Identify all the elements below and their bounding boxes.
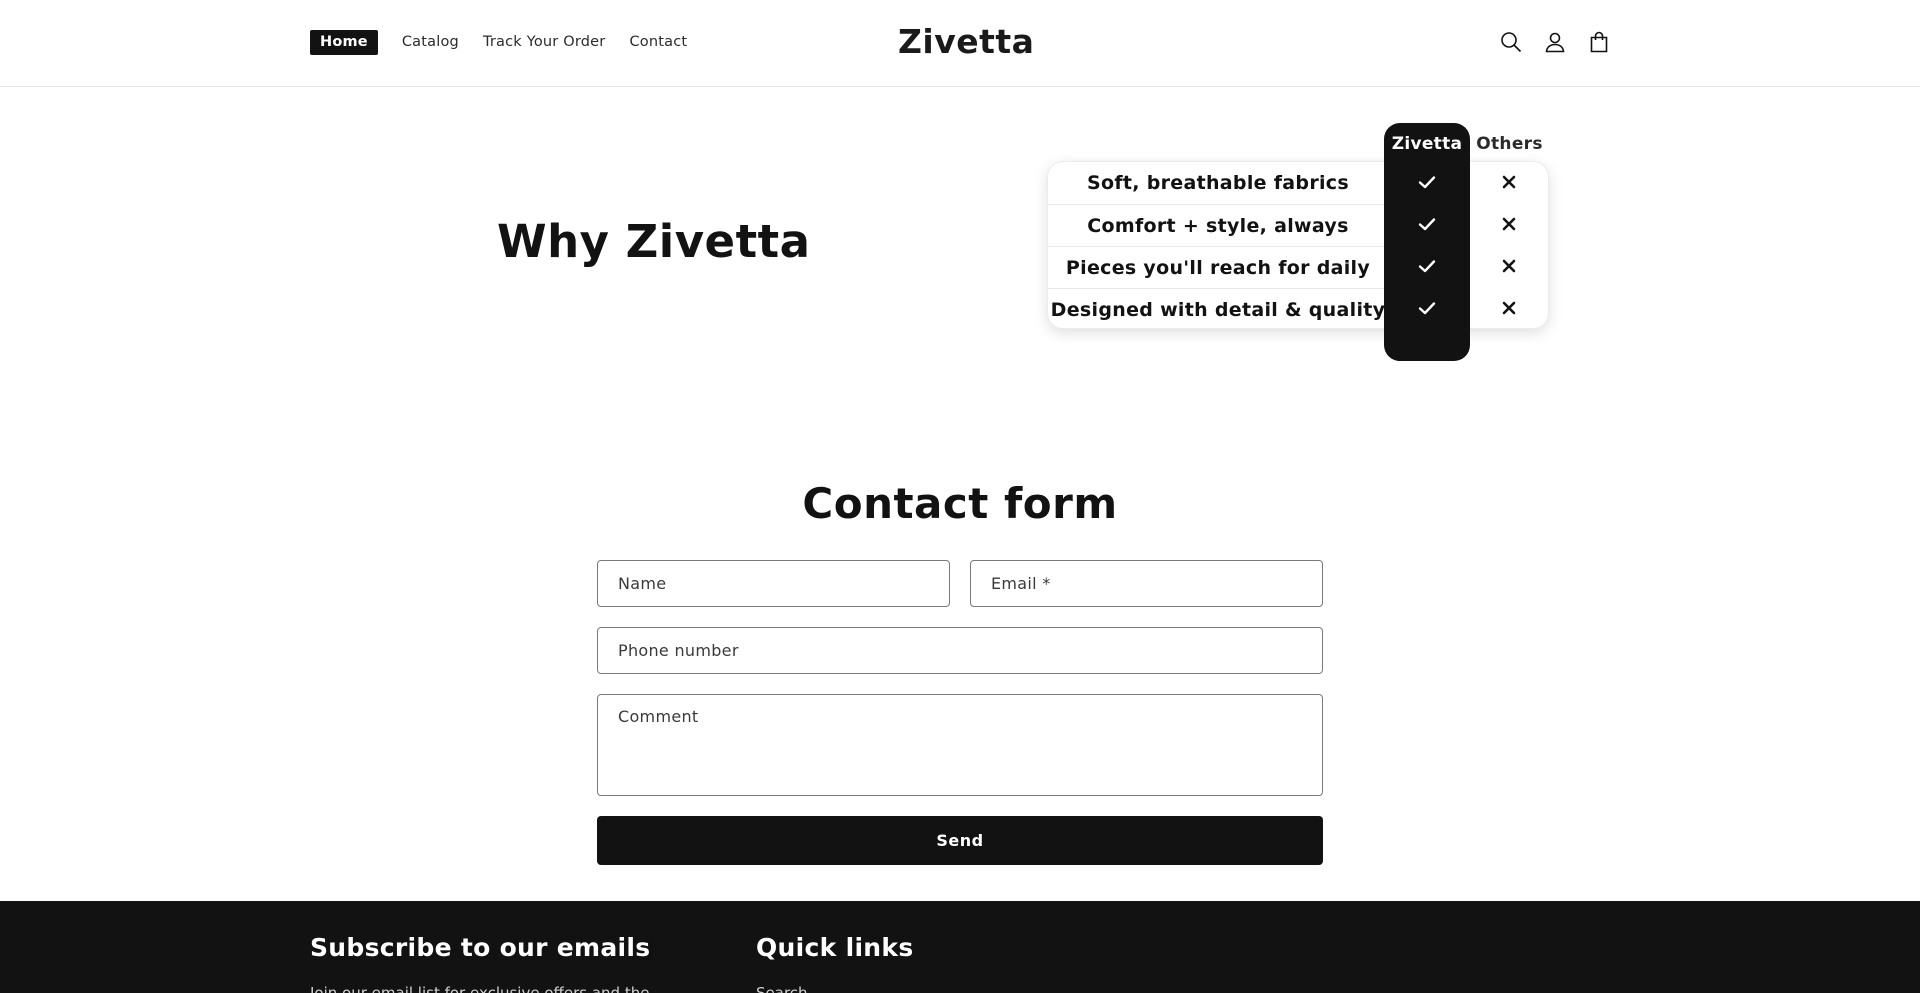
nav-link-catalog[interactable]: Catalog: [402, 30, 459, 55]
check-icon: [1415, 170, 1439, 194]
comparison-row-label: Comfort + style, always: [1048, 204, 1388, 246]
site-logo[interactable]: Zivetta: [898, 20, 1034, 64]
phone-input[interactable]: [597, 627, 1323, 674]
site-header: Home Catalog Track Your Order Contact Zi…: [0, 0, 1920, 87]
name-input[interactable]: [597, 560, 950, 607]
cross-icon: [1497, 296, 1521, 320]
quick-link-search[interactable]: Search: [756, 982, 808, 993]
brand-column-header: Zivetta: [1391, 134, 1463, 154]
contact-form-title: Contact form: [802, 479, 1118, 528]
comparison-row-label: Designed with detail & quality: [1048, 288, 1388, 330]
comment-textarea[interactable]: [597, 694, 1323, 796]
check-icon: [1415, 212, 1439, 236]
nav-link-track-order[interactable]: Track Your Order: [483, 30, 606, 55]
search-icon[interactable]: [1498, 29, 1524, 55]
cross-icon: [1497, 212, 1521, 236]
nav-link-home[interactable]: Home: [310, 30, 378, 55]
site-footer: Subscribe to our emails Join our email l…: [0, 901, 1920, 993]
comparison-card: Soft, breathable fabrics Comfort + style…: [1047, 161, 1549, 329]
header-icons: [1498, 29, 1630, 55]
why-title: Why Zivetta: [497, 215, 811, 268]
subscribe-text: Join our email list for exclusive offers…: [310, 984, 650, 993]
cross-icon: [1497, 254, 1521, 278]
brand-column-highlight: [1384, 123, 1470, 361]
check-icon: [1415, 296, 1439, 320]
others-column-header: Others: [1476, 134, 1543, 154]
comparison-row-label: Pieces you'll reach for daily: [1048, 246, 1388, 288]
comparison-row-label: Soft, breathable fabrics: [1087, 172, 1349, 194]
main-nav: Home Catalog Track Your Order Contact: [310, 30, 711, 55]
cross-icon: [1497, 170, 1521, 194]
check-icon: [1415, 254, 1439, 278]
cart-icon[interactable]: [1586, 29, 1612, 55]
subscribe-title: Subscribe to our emails: [310, 933, 651, 962]
quick-links-title: Quick links: [756, 933, 914, 962]
comparison-table: Soft, breathable fabrics Comfort + style…: [1047, 123, 1549, 361]
email-input[interactable]: [970, 560, 1323, 607]
send-button[interactable]: Send: [597, 816, 1323, 865]
account-icon[interactable]: [1542, 29, 1568, 55]
nav-link-contact[interactable]: Contact: [629, 30, 687, 55]
